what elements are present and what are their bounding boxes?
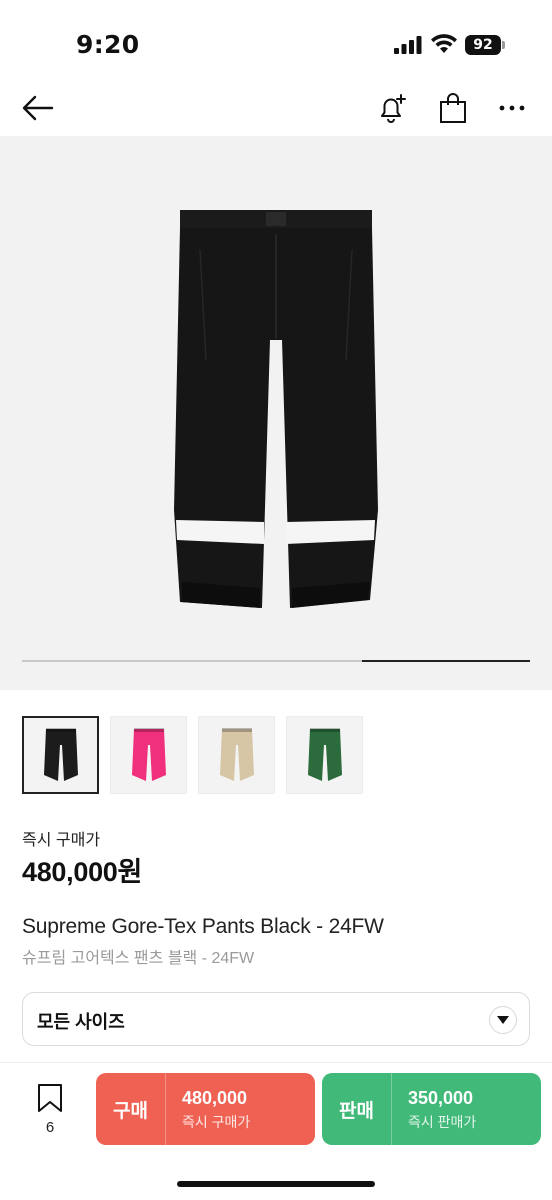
bookmark-button[interactable]: 6 xyxy=(28,1083,72,1139)
price-value: 480,000원 xyxy=(22,857,143,887)
gallery-progress-fill xyxy=(362,660,530,662)
buy-button[interactable]: 구매 480,000 즉시 구매가 xyxy=(96,1073,315,1145)
sell-button-label: 판매 xyxy=(322,1073,392,1145)
thumbnail-pants-image xyxy=(307,728,342,781)
more-icon[interactable] xyxy=(492,88,532,128)
price-label: 즉시 구매가 xyxy=(22,832,101,849)
color-thumbnail-black[interactable] xyxy=(22,716,99,794)
chevron-down-icon xyxy=(489,1006,517,1034)
bell-plus-icon[interactable] xyxy=(372,88,412,128)
cellular-signal-icon xyxy=(394,36,422,54)
size-select-value: 모든 사이즈 xyxy=(37,1012,125,1032)
color-thumbnail-green[interactable] xyxy=(286,716,363,794)
color-thumbnail-beige[interactable] xyxy=(198,716,275,794)
thumbnail-pants-image xyxy=(131,728,166,781)
status-time: 9:20 xyxy=(76,30,140,59)
bookmark-icon xyxy=(38,1084,62,1112)
status-bar: 9:20 92 xyxy=(0,0,552,80)
product-title-ko: 슈프림 고어텍스 팬츠 블랙 - 24FW xyxy=(22,950,255,967)
product-image-pants xyxy=(174,210,378,608)
bottom-action-bar: 6 구매 480,000 즉시 구매가 판매 350,000 즉시 판매가 xyxy=(0,1062,552,1200)
color-thumbnail-list xyxy=(22,716,363,794)
color-thumbnail-pink[interactable] xyxy=(110,716,187,794)
thumbnail-pants-image xyxy=(219,728,254,781)
sell-button[interactable]: 판매 350,000 즉시 판매가 xyxy=(322,1073,541,1145)
back-arrow-icon[interactable] xyxy=(18,88,58,128)
buy-button-sub: 즉시 구매가 xyxy=(182,1114,251,1130)
battery-indicator: 92 xyxy=(465,35,501,55)
product-image-carousel[interactable] xyxy=(0,136,552,690)
product-title-en: Supreme Gore-Tex Pants Black - 24FW xyxy=(22,915,384,938)
buy-button-price: 480,000 xyxy=(182,1088,248,1108)
size-select[interactable]: 모든 사이즈 xyxy=(22,992,530,1046)
home-indicator xyxy=(177,1181,375,1187)
sell-button-sub: 즉시 판매가 xyxy=(408,1114,477,1130)
sell-button-price: 350,000 xyxy=(408,1088,474,1108)
buy-button-label: 구매 xyxy=(96,1073,166,1145)
battery-tip xyxy=(502,41,505,49)
thumbnail-pants-image xyxy=(43,728,78,781)
wifi-icon xyxy=(431,34,457,53)
bookmark-count: 6 xyxy=(45,1119,55,1136)
shopping-bag-icon[interactable] xyxy=(433,88,473,128)
gallery-progress-track xyxy=(22,660,530,662)
top-nav-bar xyxy=(0,80,552,136)
